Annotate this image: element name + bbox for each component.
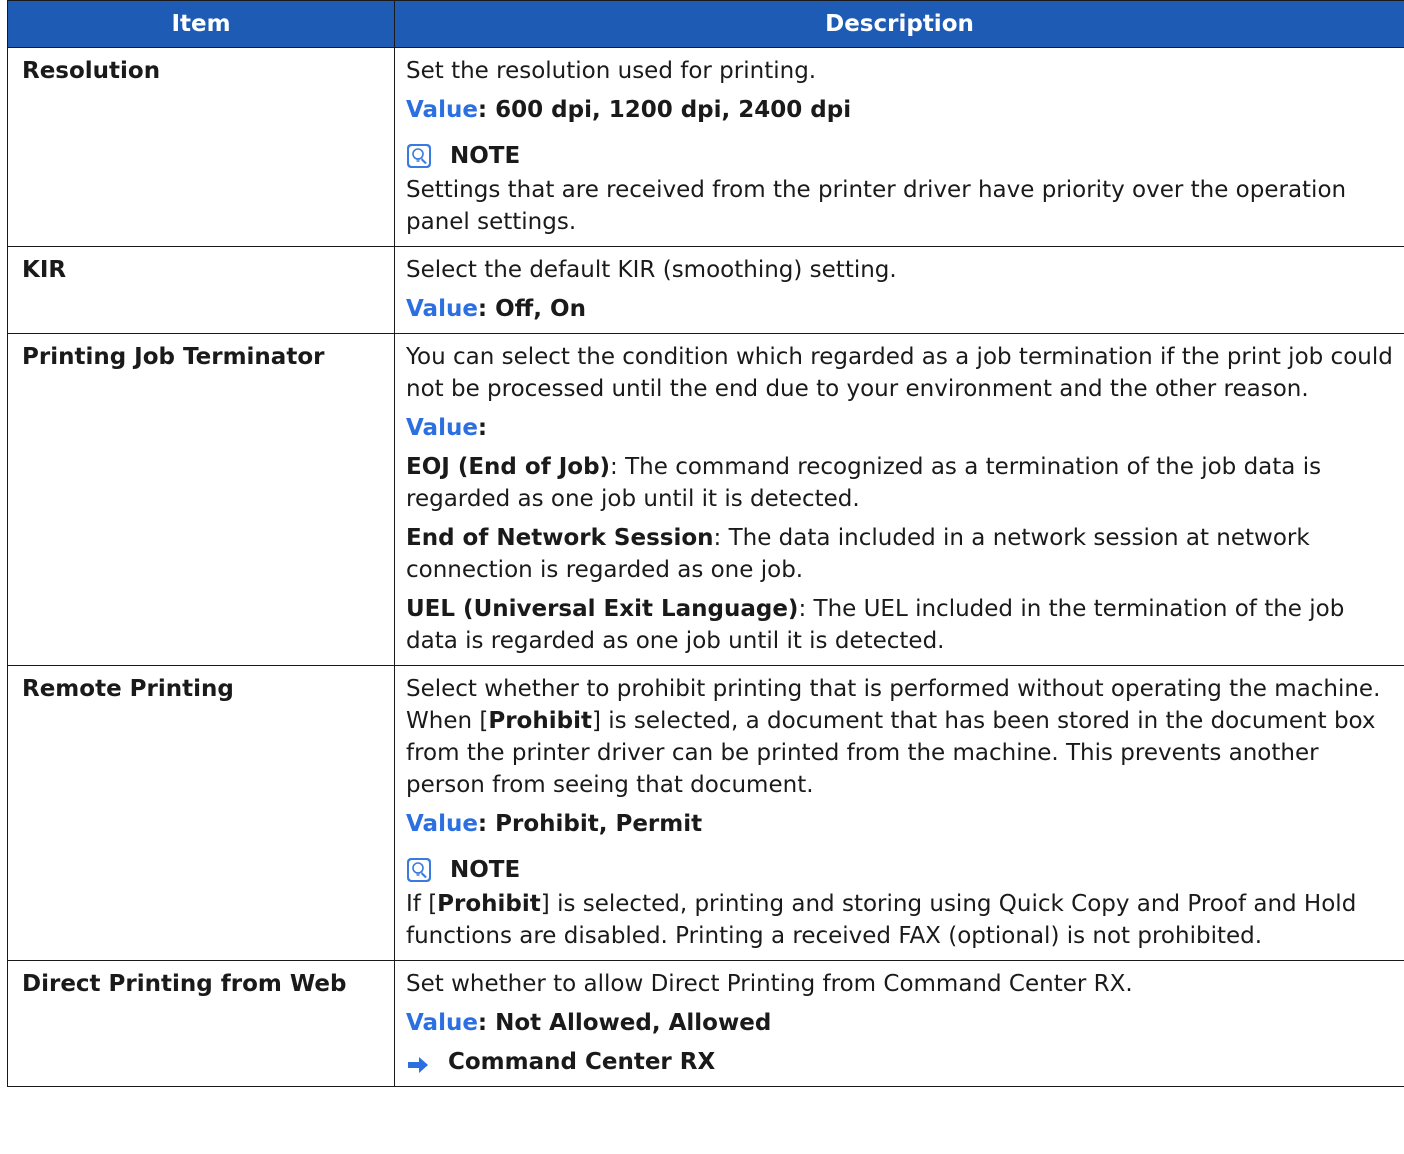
value-list: : Off, On: [477, 296, 586, 322]
value-label: Value: [406, 97, 478, 123]
row-item-terminator: Printing Job Terminator: [7, 333, 395, 666]
value-label: Value: [406, 296, 478, 322]
note-text-part: If [: [406, 891, 438, 917]
row-desc-direct: Set whether to allow Direct Printing fro…: [394, 960, 1404, 1087]
desc-text: Set whether to allow Direct Printing fro…: [406, 971, 1133, 997]
value-line: Value: Not Allowed, Allowed: [406, 1007, 1398, 1039]
table-row: Printing Job Terminator You can select t…: [7, 333, 1404, 666]
right-arrow-icon: [406, 1052, 430, 1073]
value-label: Value: [406, 1010, 478, 1036]
note-label: NOTE: [450, 143, 521, 169]
note-text: Settings that are received from the prin…: [406, 177, 1347, 235]
note-heading: NOTE: [406, 140, 1398, 172]
row-desc-resolution: Set the resolution used for printing. Va…: [394, 47, 1404, 247]
value-list: : Not Allowed, Allowed: [477, 1010, 772, 1036]
settings-table: Item Description Resolution Set the reso…: [7, 0, 1404, 1087]
desc-text-bold: Prohibit: [488, 708, 592, 734]
option-network-session: End of Network Session: The data include…: [406, 522, 1398, 586]
row-item-resolution: Resolution: [7, 47, 395, 247]
value-label: Value: [406, 811, 478, 837]
note-heading: NOTE: [406, 854, 1398, 886]
option-term: UEL (Universal Exit Language): [406, 596, 799, 622]
row-desc-remote: Select whether to prohibit printing that…: [394, 665, 1404, 961]
value-line: Value: Prohibit, Permit: [406, 808, 1398, 840]
value-label: Value: [406, 415, 478, 441]
note-text: If [Prohibit] is selected, printing and …: [406, 888, 1398, 952]
option-term: End of Network Session: [406, 525, 714, 551]
note-text-bold: Prohibit: [437, 891, 541, 917]
desc-text: Set the resolution used for printing.: [406, 58, 817, 84]
desc-text: Select whether to prohibit printing that…: [406, 673, 1398, 801]
reference-label[interactable]: Command Center RX: [448, 1046, 715, 1078]
option-uel: UEL (Universal Exit Language): The UEL i…: [406, 593, 1398, 657]
desc-text: Select the default KIR (smoothing) setti…: [406, 257, 897, 283]
value-list: : Prohibit, Permit: [477, 811, 703, 837]
header-item: Item: [7, 0, 395, 48]
value-line: Value: Off, On: [406, 293, 1398, 325]
header-description: Description: [394, 0, 1404, 48]
row-desc-kir: Select the default KIR (smoothing) setti…: [394, 246, 1404, 334]
note-label: NOTE: [450, 857, 521, 883]
option-term: EOJ (End of Job): [406, 454, 611, 480]
note-text-part: ] is selected, printing and storing usin…: [406, 891, 1357, 949]
table-row: Direct Printing from Web Set whether to …: [7, 960, 1404, 1087]
option-eoj: EOJ (End of Job): The command recognized…: [406, 451, 1398, 515]
row-desc-terminator: You can select the condition which regar…: [394, 333, 1404, 666]
note-lightbulb-icon: [406, 143, 432, 169]
table-header-row: Item Description: [7, 0, 1404, 48]
value-list: : 600 dpi, 1200 dpi, 2400 dpi: [477, 97, 852, 123]
row-item-direct: Direct Printing from Web: [7, 960, 395, 1087]
table-row: KIR Select the default KIR (smoothing) s…: [7, 246, 1404, 334]
desc-text: You can select the condition which regar…: [406, 344, 1393, 402]
value-colon: :: [477, 415, 488, 441]
row-item-remote: Remote Printing: [7, 665, 395, 961]
table-row: Remote Printing Select whether to prohib…: [7, 665, 1404, 961]
reference-link[interactable]: Command Center RX: [406, 1046, 1398, 1078]
table-row: Resolution Set the resolution used for p…: [7, 47, 1404, 247]
value-line: Value:: [406, 412, 1398, 444]
value-line: Value: 600 dpi, 1200 dpi, 2400 dpi: [406, 94, 1398, 126]
note-lightbulb-icon: [406, 857, 432, 883]
row-item-kir: KIR: [7, 246, 395, 334]
